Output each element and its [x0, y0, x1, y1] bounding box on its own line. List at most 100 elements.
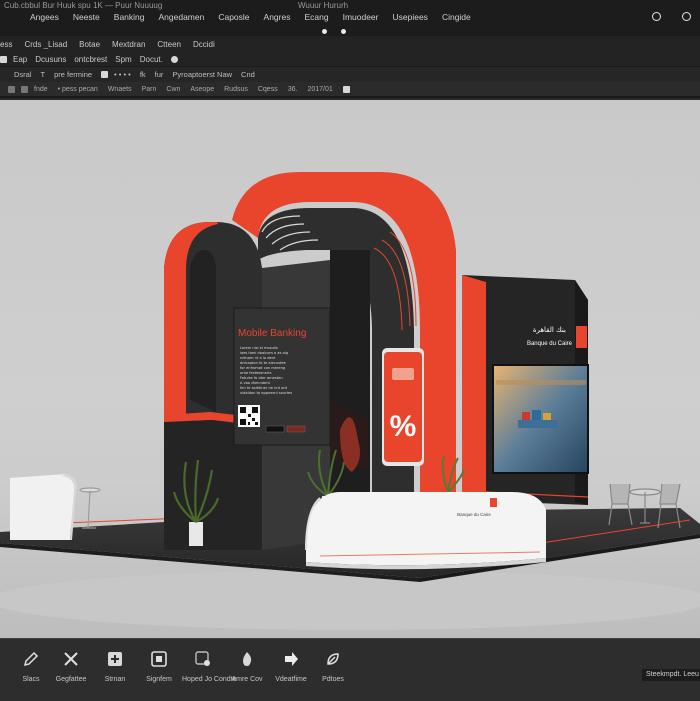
close-icon[interactable]: [682, 12, 691, 21]
toolbar-item[interactable]: Spm: [115, 55, 131, 64]
prop-item[interactable]: Aseope: [190, 86, 214, 93]
tools-icon: [64, 652, 78, 666]
prop-item[interactable]: Rudsus: [224, 86, 248, 93]
tool-label: Vdeatfime: [275, 676, 307, 683]
record-icon[interactable]: [341, 29, 346, 34]
counter-label: Banque du Caire: [457, 512, 491, 517]
panel-line: onte festeesnerts: [240, 371, 272, 375]
panel-line: ndinam nt a lo dere: [240, 356, 276, 360]
menu-item-6[interactable]: Angres: [264, 12, 291, 22]
bank-arabic-name: بنك القاهرة: [533, 326, 566, 334]
toolbar-item[interactable]: Dcusuns: [35, 55, 66, 64]
menu-item-5[interactable]: Caposle: [218, 12, 249, 22]
toolbar-item[interactable]: Mextdran: [112, 40, 145, 49]
tool-label: Gegfattee: [55, 676, 87, 683]
menu-item-10[interactable]: Cingide: [442, 12, 471, 22]
option-item[interactable]: Pyroaptoerst Naw: [172, 70, 232, 79]
panel-line: for enfromat con mereng: [240, 366, 285, 370]
toolbar-item[interactable]: Botae: [79, 40, 100, 49]
arrow-icon: [285, 652, 298, 666]
menu-item-4[interactable]: Angedamen: [159, 12, 205, 22]
prop-item[interactable]: 2017/01: [307, 86, 332, 93]
option-item[interactable]: fur: [155, 70, 164, 79]
panel-line: dnlcapton fo te aiecustee: [240, 361, 287, 365]
status-text: Steekmpdt. Leeu: [642, 669, 700, 681]
panel-line: vidaldon to eppnesnl saurtes: [240, 391, 292, 395]
menu-item-1[interactable]: Angees: [30, 12, 59, 22]
toolbar-item[interactable]: ess: [0, 40, 12, 49]
window-title: Cub.cbbul Bur Huuk spu 1K — Puur Nuuuug: [4, 1, 163, 10]
panel-title: Mobile Banking: [238, 328, 306, 339]
toolbar-item[interactable]: ontcbrest: [74, 55, 107, 64]
tool-label: Slacs: [22, 676, 40, 683]
toolbar-item[interactable]: Crds _Lisad: [24, 40, 67, 49]
toolbar-item[interactable]: Eap: [13, 55, 27, 64]
3d-viewport[interactable]: بنك القاهرة Banque du Caire % Mobile Ban…: [0, 100, 700, 638]
panel-line: laes fomi doalcom o as olg: [240, 351, 288, 355]
store-badge: [265, 425, 285, 433]
reception-desk: [10, 474, 75, 540]
toolbar-item[interactable]: Ctteen: [157, 40, 181, 49]
toolbar-primary: ess Crds _Lisad Botae Mextdran Ctteen Dc…: [0, 36, 700, 52]
menu-item-2[interactable]: Neeste: [73, 12, 100, 22]
option-item[interactable]: Cnd: [241, 70, 255, 79]
panel-line: A voo dtenndent: [240, 381, 270, 385]
minimize-icon[interactable]: [652, 12, 661, 21]
search-icon[interactable]: [170, 55, 178, 63]
prop-item[interactable]: • pess pecan: [58, 86, 98, 93]
prop-icon[interactable]: [21, 85, 28, 93]
save-icon[interactable]: [0, 55, 7, 63]
bank-name: Banque du Caire: [527, 341, 573, 347]
prop-item[interactable]: 36.: [288, 86, 298, 93]
menu-item-3[interactable]: Banking: [114, 12, 145, 22]
leaf-icon: [327, 653, 339, 665]
tool-leaf[interactable]: Pdtoes: [312, 651, 354, 683]
calendar-icon[interactable]: [342, 85, 350, 93]
bottom-toolbar: Slacs Gegfattee Strnan Signfem Hoped Jo …: [0, 638, 700, 701]
option-dots[interactable]: • • • •: [114, 70, 131, 79]
tool-tools[interactable]: Gegfattee: [50, 651, 92, 683]
store-badge: [286, 425, 306, 433]
tool-label: Pdtoes: [322, 676, 344, 683]
document-title: Wuuur Hururh: [298, 1, 349, 10]
menu-item-9[interactable]: Usepiees: [393, 12, 428, 22]
prop-item[interactable]: Cqess: [258, 86, 278, 93]
plus-icon: [108, 652, 122, 666]
prop-item[interactable]: fnde: [34, 86, 48, 93]
layer-icon[interactable]: [101, 71, 109, 78]
tool-label: Amre Cov: [231, 676, 263, 683]
option-item[interactable]: fk: [140, 70, 146, 79]
percent-sign: %: [390, 410, 417, 443]
pencil-icon: [23, 651, 39, 667]
tool-arrow[interactable]: Vdeatfime: [270, 651, 312, 683]
option-item[interactable]: pre fermine: [54, 70, 92, 79]
prop-item[interactable]: Wnaets: [108, 86, 132, 93]
option-item[interactable]: T: [41, 70, 46, 79]
prop-item[interactable]: Parn: [142, 86, 157, 93]
tool-fire[interactable]: Amre Cov: [226, 651, 268, 683]
tool-label: Signfem: [146, 676, 172, 683]
booth-render: بنك القاهرة Banque du Caire % Mobile Ban…: [0, 172, 700, 638]
counter-logo: [490, 498, 497, 507]
toolbar-options: Dsral T pre fermine • • • • fk fur Pyroa…: [0, 67, 700, 82]
tool-label: Strnan: [104, 676, 126, 683]
menu-item-7[interactable]: Ecang: [304, 12, 328, 22]
panel-line: fen te asletiner ne nnt ont: [240, 386, 288, 390]
tool-object[interactable]: Hoped Jo Condte: [182, 651, 237, 683]
panel-line: Faturte fo oter amesten: [240, 376, 283, 380]
panel-line: Lorem nisi el mosulis: [240, 346, 278, 350]
prop-icon[interactable]: [8, 85, 15, 93]
tool-label: Hoped Jo Condte: [182, 676, 237, 683]
tool-pencil[interactable]: Slacs: [10, 651, 52, 683]
option-item[interactable]: Dsral: [14, 70, 32, 79]
prop-item[interactable]: Cwn: [166, 86, 180, 93]
select-icon: [151, 651, 167, 667]
toolbar-item[interactable]: Dccidi: [193, 40, 215, 49]
toolbar-item[interactable]: Docut.: [140, 55, 163, 64]
tool-select[interactable]: Signfem: [138, 651, 180, 683]
record-icon[interactable]: [322, 29, 327, 34]
menu-bar: Angees Neeste Banking Angedamen Caposle …: [30, 12, 471, 22]
tool-add[interactable]: Strnan: [94, 651, 136, 683]
menu-item-8[interactable]: Imuodeer: [343, 12, 379, 22]
toolbar-properties: fnde • pess pecan Wnaets Parn Cwn Aseope…: [0, 82, 700, 98]
